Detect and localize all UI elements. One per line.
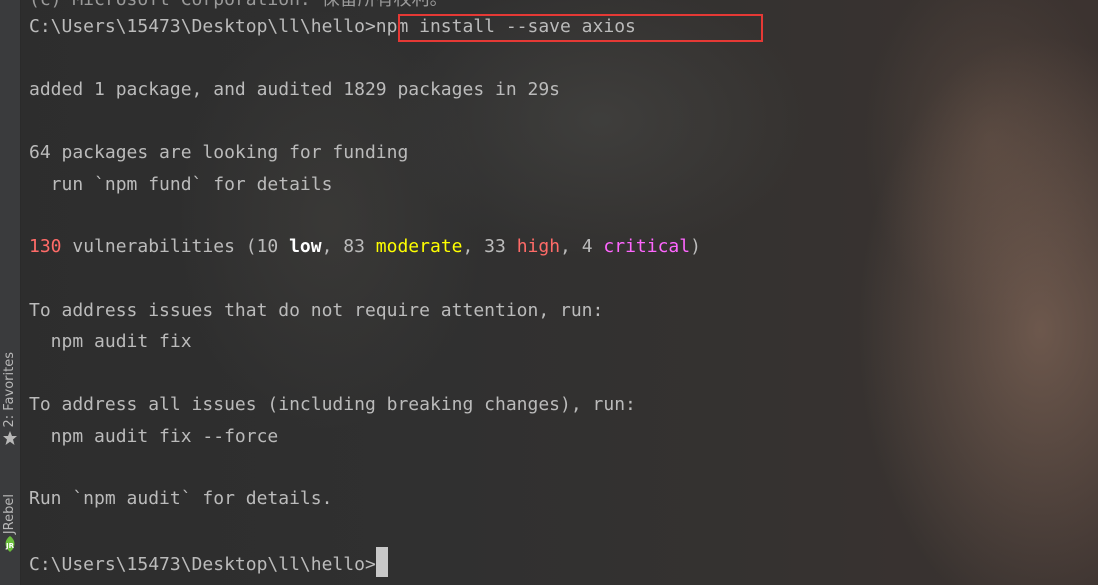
jrebel-icon: JR [0, 534, 20, 554]
audit-fix-force-command: npm audit fix --force [29, 426, 279, 447]
svg-text:JR: JR [5, 542, 15, 550]
severity-moderate: moderate [375, 236, 463, 257]
vuln-text: ) [690, 236, 701, 257]
terminal-output[interactable]: (c) Microsoft Corporation. 保留所有权利。 C:\Us… [29, 0, 1089, 585]
favorites-tab[interactable]: 2: Favorites [0, 352, 20, 448]
jrebel-tab[interactable]: JRebel JR [0, 494, 20, 554]
vuln-text: , 83 [321, 236, 376, 257]
severity-critical: critical [603, 236, 691, 257]
favorites-tab-label: 2: Favorites [2, 352, 17, 428]
copyright-line-partial: (c) Microsoft Corporation. 保留所有权利。 [29, 0, 448, 12]
vuln-text: , 33 [462, 236, 517, 257]
funding-line: 64 packages are looking for funding [29, 142, 409, 163]
funding-hint-line: run `npm fund` for details [29, 174, 333, 195]
severity-low: low [289, 236, 322, 257]
prompt-path: C:\Users\15473\Desktop\ll\hello> [29, 16, 376, 37]
address-all-issues-line: To address all issues (including breakin… [29, 394, 636, 415]
address-issues-line: To address issues that do not require at… [29, 300, 604, 321]
audit-details-line: Run `npm audit` for details. [29, 488, 333, 509]
vulnerability-count: 130 [29, 236, 62, 257]
severity-high: high [516, 236, 561, 257]
vulnerabilities-line: 130 vulnerabilities (10 low, 83 moderate… [29, 235, 701, 259]
command-highlight-box [398, 14, 763, 42]
text-cursor [375, 547, 388, 577]
left-tool-strip: 2: Favorites JRebel JR [0, 0, 21, 585]
command-line-2: C:\Users\15473\Desktop\ll\hello> [29, 547, 388, 577]
star-icon [0, 428, 20, 448]
audit-fix-command: npm audit fix [29, 331, 192, 352]
jrebel-tab-label: JRebel [2, 494, 17, 535]
vuln-text: vulnerabilities (10 [61, 236, 290, 257]
added-packages-line: added 1 package, and audited 1829 packag… [29, 79, 561, 100]
prompt-path: C:\Users\15473\Desktop\ll\hello> [29, 554, 376, 575]
vuln-text: , 4 [560, 236, 604, 257]
